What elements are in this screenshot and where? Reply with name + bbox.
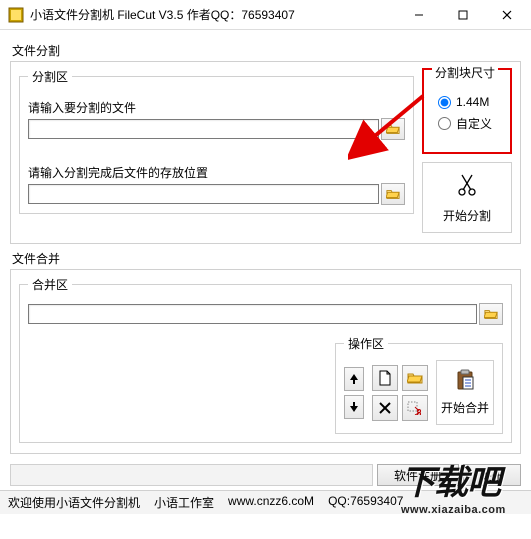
delete-button[interactable] bbox=[372, 395, 398, 421]
split-group-legend: 分割区 bbox=[28, 68, 72, 85]
ops-group: 操作区 开始合并 bbox=[335, 335, 503, 434]
maximize-button[interactable] bbox=[441, 1, 485, 29]
open-folder-button[interactable] bbox=[402, 365, 428, 391]
file-icon bbox=[378, 370, 392, 386]
size-option-144m[interactable]: 1.44M bbox=[438, 95, 502, 109]
folder-open-icon bbox=[407, 370, 423, 386]
merge-section-label: 文件合并 bbox=[12, 250, 521, 267]
scissors-icon bbox=[457, 173, 477, 197]
dotted-scissors-icon bbox=[407, 401, 423, 415]
split-input-field[interactable] bbox=[28, 119, 379, 139]
split-action-label: 开始分割 bbox=[443, 207, 491, 224]
cut-selection-button[interactable] bbox=[402, 395, 428, 421]
merge-group: 合并区 操作区 bbox=[19, 276, 512, 443]
split-size-group: 分割块尺寸 1.44M 自定义 bbox=[422, 68, 512, 154]
x-icon bbox=[378, 401, 392, 415]
split-input-browse-button[interactable] bbox=[381, 118, 405, 140]
merge-action-box[interactable]: 开始合并 bbox=[436, 360, 494, 425]
size-radio-144m[interactable] bbox=[438, 96, 451, 109]
split-output-field[interactable] bbox=[28, 184, 379, 204]
merge-browse-button[interactable] bbox=[479, 303, 503, 325]
register-tab[interactable]: 软件注册 bbox=[377, 464, 459, 486]
split-output-label: 请输入分割完成后文件的存放位置 bbox=[28, 164, 405, 181]
arrow-up-icon bbox=[349, 373, 359, 385]
split-group: 分割区 请输入要分割的文件 请输入分割完成后文件的存放位置 bbox=[19, 68, 414, 214]
merge-group-legend: 合并区 bbox=[28, 276, 72, 293]
bottom-tab-row: 软件注册 关于 bbox=[0, 460, 531, 486]
new-file-button[interactable] bbox=[372, 365, 398, 391]
split-action-box[interactable]: 开始分割 bbox=[422, 162, 512, 233]
status-welcome: 欢迎使用小语文件分割机 bbox=[8, 494, 140, 511]
split-section-label: 文件分割 bbox=[12, 42, 521, 59]
size-radio-custom[interactable] bbox=[438, 117, 451, 130]
tab-spacer bbox=[10, 464, 373, 486]
status-studio: 小语工作室 bbox=[154, 494, 214, 511]
split-size-legend: 分割块尺寸 bbox=[432, 64, 498, 81]
status-url: www.cnzz6.coM bbox=[228, 494, 314, 511]
status-qq: QQ:76593407 bbox=[328, 494, 403, 511]
window-title: 小语文件分割机 FileCut V3.5 作者QQ：76593407 bbox=[30, 6, 397, 23]
app-icon bbox=[8, 7, 24, 23]
arrow-down-icon bbox=[349, 401, 359, 413]
size-option-custom[interactable]: 自定义 bbox=[438, 115, 502, 132]
move-down-button[interactable] bbox=[344, 395, 364, 419]
folder-open-icon bbox=[386, 122, 400, 136]
merge-action-label: 开始合并 bbox=[441, 399, 489, 416]
merge-panel: 合并区 操作区 bbox=[10, 269, 521, 454]
status-bar: 欢迎使用小语文件分割机 小语工作室 www.cnzz6.coM QQ:76593… bbox=[0, 490, 531, 514]
folder-open-icon bbox=[484, 307, 498, 321]
folder-open-icon bbox=[386, 187, 400, 201]
about-tab[interactable]: 关于 bbox=[463, 464, 521, 486]
clipboard-paste-icon bbox=[454, 369, 476, 391]
move-up-button[interactable] bbox=[344, 367, 364, 391]
split-output-browse-button[interactable] bbox=[381, 183, 405, 205]
split-panel: 分割区 请输入要分割的文件 请输入分割完成后文件的存放位置 bbox=[10, 61, 521, 244]
close-button[interactable] bbox=[485, 1, 529, 29]
merge-input-field[interactable] bbox=[28, 304, 477, 324]
minimize-button[interactable] bbox=[397, 1, 441, 29]
split-input-label: 请输入要分割的文件 bbox=[28, 99, 405, 116]
ops-legend: 操作区 bbox=[344, 335, 388, 352]
titlebar: 小语文件分割机 FileCut V3.5 作者QQ：76593407 bbox=[0, 0, 531, 30]
